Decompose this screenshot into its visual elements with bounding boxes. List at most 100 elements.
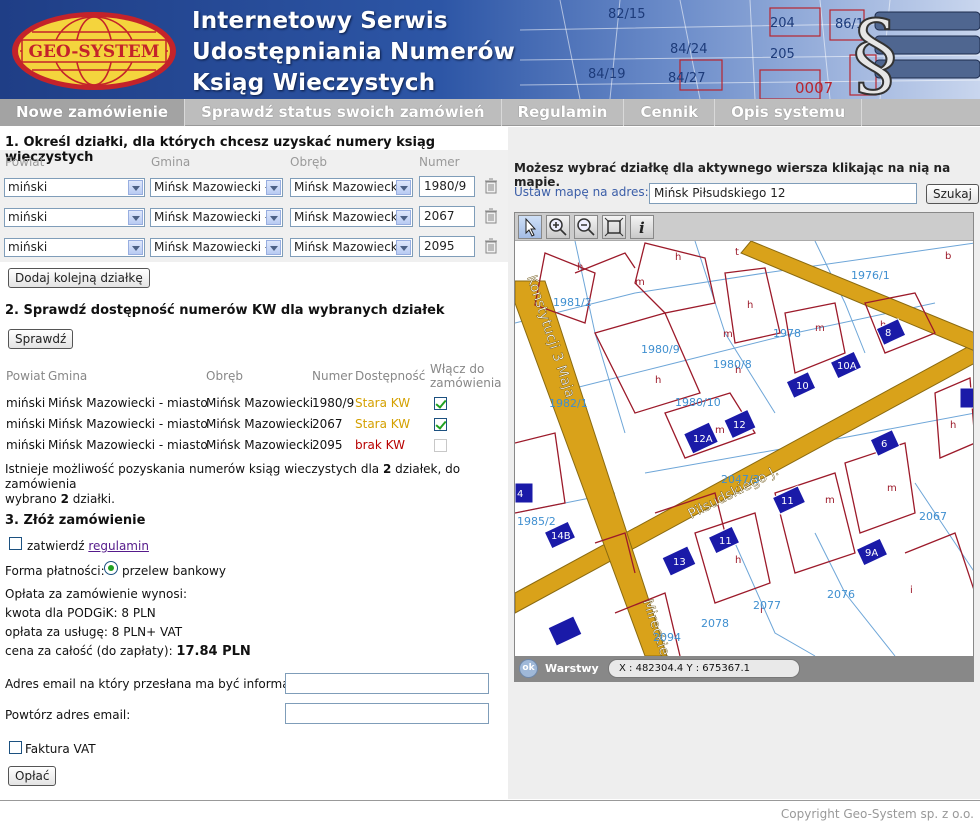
terms-label: zatwierdź regulamin (27, 539, 149, 553)
result-header-numer: Numer (312, 369, 353, 383)
parcel-label: 1976/1 (851, 269, 890, 282)
nav-system-description[interactable]: Opis systemu (715, 99, 863, 126)
svg-text:m: m (887, 483, 897, 494)
include-checkbox[interactable] (434, 439, 447, 452)
zoom-out-icon[interactable] (574, 215, 598, 239)
svg-text:m: m (815, 323, 825, 334)
map-canvas[interactable]: hmhh mhhm mhhm mhii bt (515, 213, 974, 682)
vat-invoice-checkbox[interactable] (9, 741, 22, 754)
include-checkbox[interactable] (434, 418, 447, 431)
result-header-include-line: Włącz do (430, 362, 485, 376)
obreb-select[interactable]: Mińsk Mazowiecki (290, 208, 413, 227)
powiat-select[interactable]: miński (4, 178, 145, 197)
svg-text:h: h (747, 300, 753, 311)
search-address-button[interactable]: Szukaj (926, 184, 979, 204)
obreb-value: Mińsk Mazowiecki (294, 240, 402, 254)
pointer-icon[interactable] (518, 215, 542, 239)
site-title: Internetowy Serwis Udostępniania Numerów… (192, 6, 515, 99)
site-title-line: Ksiąg Wieczystych (192, 70, 436, 96)
powiat-value: miński (8, 180, 48, 194)
radio-dot (108, 565, 114, 571)
header-map-number: 82/15 (608, 7, 645, 22)
terms-label-text: zatwierdź (27, 539, 89, 553)
obreb-select[interactable]: Mińsk Mazowiecki (290, 238, 413, 257)
email-field[interactable] (285, 673, 489, 694)
layers-label[interactable]: Warstwy (545, 662, 599, 675)
parcel-number-input[interactable]: 1980/9 (419, 176, 475, 197)
building-number: 9A (865, 548, 878, 559)
add-parcel-button[interactable]: Dodaj kolejną działkę (8, 268, 150, 288)
svg-text:m: m (635, 277, 645, 288)
copyright: Copyright Geo-System sp. z o.o. (780, 807, 974, 821)
building-number: 10A (837, 361, 857, 372)
terms-checkbox[interactable] (9, 537, 22, 550)
total-price: cena za całość (do zapłaty): 17.84 PLN (5, 644, 251, 659)
layers-ok-button[interactable]: ok (519, 659, 538, 678)
svg-text:m: m (723, 329, 733, 340)
parcel-label: 1978 (773, 327, 801, 340)
payment-option-label: przelew bankowy (122, 564, 226, 578)
email-repeat-field[interactable] (285, 703, 489, 724)
powiat-value: miński (8, 210, 48, 224)
chevron-down-icon (396, 240, 411, 255)
gmina-select[interactable]: Mińsk Mazowiecki - (150, 208, 283, 227)
nav-pricing[interactable]: Cennik (624, 99, 716, 126)
result-obreb: Mińsk Mazowiecki (206, 417, 314, 431)
nav-order-status[interactable]: Sprawdź status swoich zamówień (185, 99, 502, 126)
parcel-map[interactable]: hmhh mhhm mhhm mhii bt (514, 212, 974, 682)
col-gmina-label: Gmina (151, 155, 191, 169)
address-input[interactable]: Mińsk Piłsudskiego 12 (649, 183, 917, 204)
building-number: 4 (517, 489, 523, 500)
step3-title: 3. Złóż zamówienie (5, 513, 146, 528)
geo-system-logo: GEO-SYSTEM (12, 12, 176, 90)
gmina-select[interactable]: Mińsk Mazowiecki - (150, 178, 283, 197)
pay-button[interactable]: Opłać (8, 766, 57, 786)
parcel-label: 1980/8 (713, 358, 752, 371)
svg-text:§: § (852, 2, 898, 98)
parcel-number-input[interactable]: 2095 (419, 236, 475, 257)
parcel-label: 1982/1 (549, 397, 588, 410)
terms-link[interactable]: regulamin (88, 539, 149, 553)
building-number: 12A (693, 434, 713, 445)
chevron-down-icon (128, 180, 143, 195)
nav-terms[interactable]: Regulamin (502, 99, 625, 126)
col-obreb-label: Obręb (290, 155, 327, 169)
trash-icon[interactable] (484, 178, 498, 194)
zoom-in-icon[interactable] (546, 215, 570, 239)
result-header-obreb: Obręb (206, 369, 243, 383)
include-checkbox[interactable] (434, 397, 447, 410)
full-extent-icon[interactable] (602, 215, 626, 239)
trash-icon[interactable] (484, 208, 498, 224)
address-label: Ustaw mapę na adres: (514, 185, 649, 199)
header-map-number: 205 (770, 47, 795, 62)
fee-podgik: kwota dla PODGiK: 8 PLN (5, 606, 156, 620)
obreb-select[interactable]: Mińsk Mazowiecki (290, 178, 413, 197)
summary-text: Istnieje możliwość pozyskania numerów ks… (5, 462, 383, 476)
result-gmina: Mińsk Mazowiecki - miasto (48, 417, 208, 431)
check-availability-button[interactable]: Sprawdź (8, 329, 74, 349)
parcel-number-input[interactable]: 2067 (419, 206, 475, 227)
parcel-label: 2047/3 (721, 473, 760, 486)
svg-text:h: h (675, 252, 681, 263)
result-status: brak KW (355, 438, 405, 452)
nav-new-order[interactable]: Nowe zamówienie (0, 99, 186, 126)
building-number: 6 (881, 439, 887, 450)
site-header: 82/15 204 86/1 84/24 205 84/27 0007 84/1… (0, 0, 980, 99)
obreb-value: Mińsk Mazowiecki (294, 210, 402, 224)
header-map-number: 84/27 (668, 71, 705, 86)
summary-count: 2 (60, 492, 69, 506)
gmina-select[interactable]: Mińsk Mazowiecki - (150, 238, 283, 257)
powiat-select[interactable]: miński (4, 208, 145, 227)
gmina-value: Mińsk Mazowiecki - (154, 210, 270, 224)
result-gmina: Mińsk Mazowiecki - miasto (48, 438, 208, 452)
result-header-include: Włącz do zamówienia (430, 362, 502, 390)
email-label: Adres email na który przesłana ma być in… (5, 677, 311, 691)
logo-text: GEO-SYSTEM (28, 42, 159, 62)
trash-icon[interactable] (484, 238, 498, 254)
obreb-value: Mińsk Mazowiecki (294, 180, 402, 194)
map-statusbar: ok Warstwy X : 482304.4 Y : 675367.1 (515, 656, 973, 681)
info-icon[interactable]: i (630, 215, 654, 239)
powiat-select[interactable]: miński (4, 238, 145, 257)
col-powiat-label: Powiat (5, 155, 45, 169)
payment-radio[interactable] (104, 561, 118, 575)
